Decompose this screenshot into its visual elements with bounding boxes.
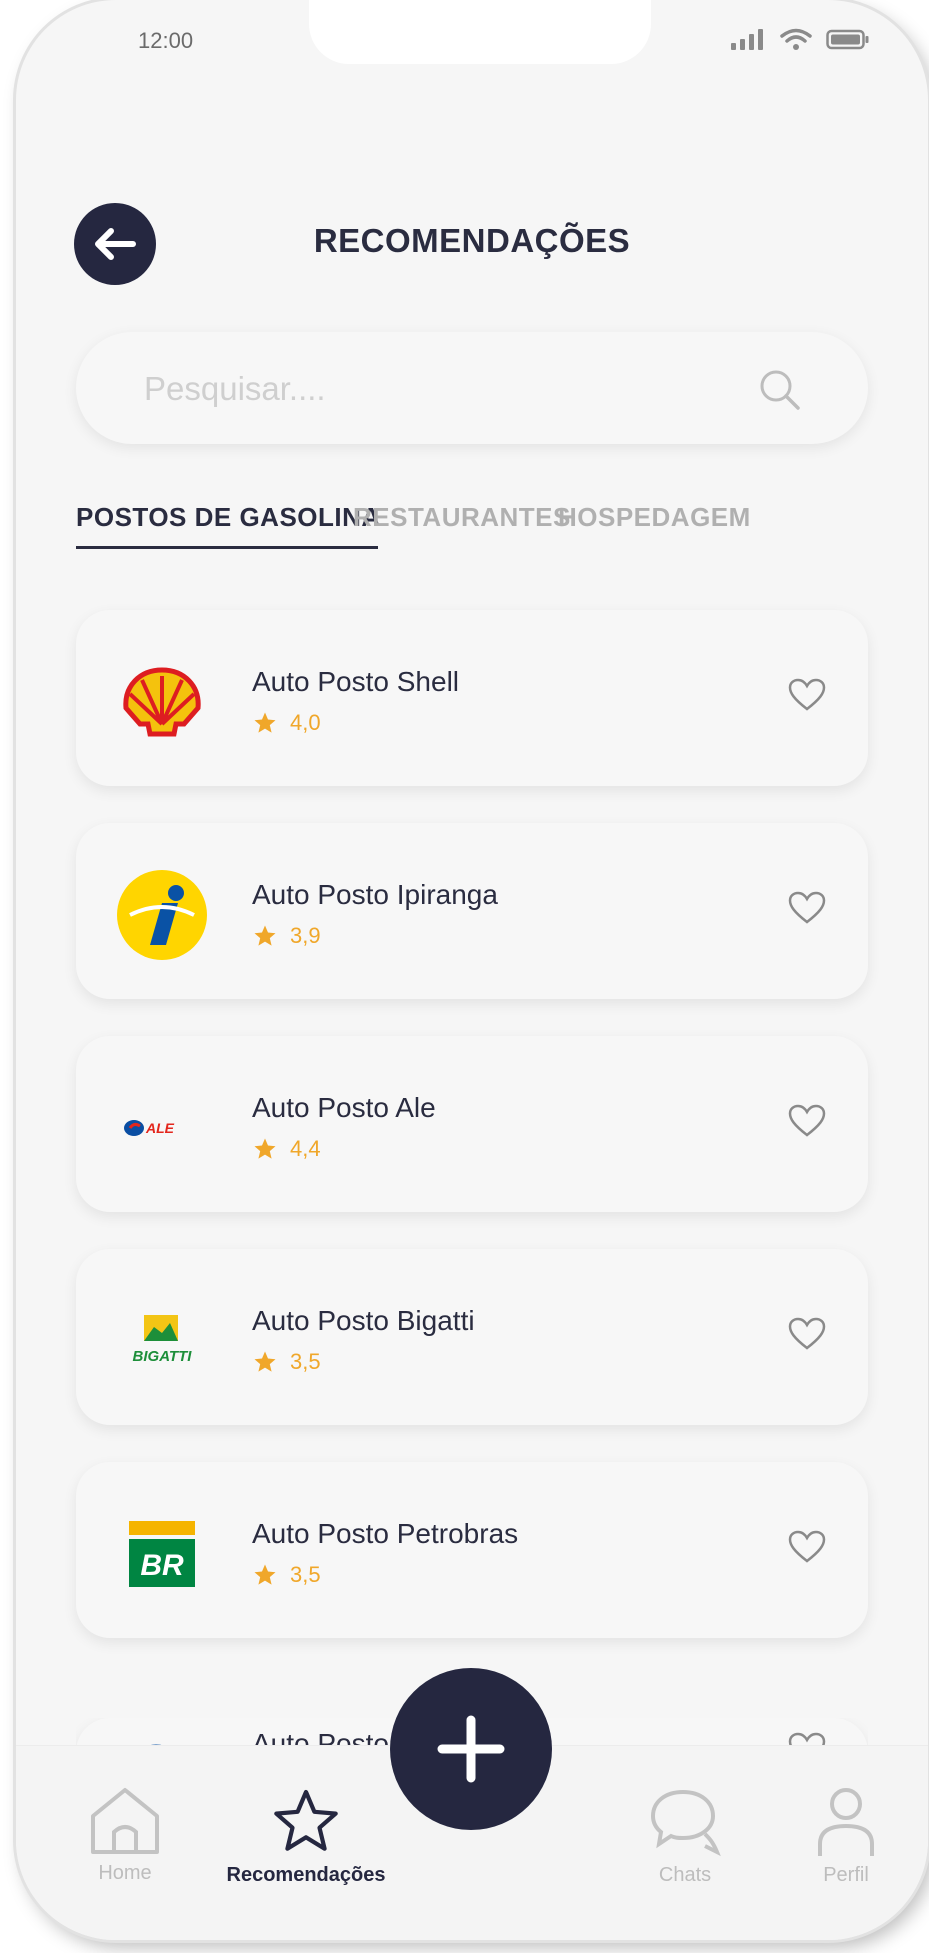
station-name: Auto Posto Shell: [252, 666, 460, 697]
tab-postos-de-gasolina[interactable]: POSTOS DE GASOLINA: [76, 502, 381, 533]
tab-hospedagem[interactable]: HOSPEDAGEM: [558, 502, 751, 533]
page-title: RECOMENDAÇÕES: [313, 222, 631, 259]
ipiranga-logo: [116, 869, 208, 961]
profile-icon: [818, 1788, 874, 1856]
heart-icon[interactable]: [788, 1530, 826, 1564]
search-placeholder: Pesquisar....: [144, 370, 326, 407]
nav-label: Chats: [658, 1864, 712, 1886]
chat-icon: [650, 1789, 721, 1857]
home-icon: [91, 1788, 159, 1854]
nav-chats[interactable]: Chats: [620, 1786, 750, 1887]
station-rating: 3,9: [252, 923, 321, 949]
station-name: Auto Posto Ale: [252, 1092, 436, 1123]
star-icon: [254, 1138, 276, 1159]
star-icon: [254, 1351, 276, 1372]
nav-home[interactable]: Home: [60, 1786, 190, 1885]
station-rating: 3,5: [252, 1349, 321, 1375]
nav-label: Recomendações: [226, 1864, 386, 1886]
svg-text:ALE: ALE: [145, 1120, 175, 1136]
heart-icon[interactable]: [788, 678, 826, 712]
heart-icon[interactable]: [788, 1317, 826, 1351]
station-rating: 3,5: [252, 1562, 321, 1588]
rating-value: 3,5: [290, 1349, 321, 1374]
category-tabs: POSTOS DE GASOLINA RESTAURANTES HOSPEDAG…: [76, 502, 928, 562]
shell-logo: [116, 656, 208, 748]
wifi-icon: [780, 28, 812, 50]
plus-icon: [437, 1715, 505, 1783]
notch: [309, 0, 651, 64]
heart-icon[interactable]: [788, 1104, 826, 1138]
station-name: Auto Posto Petrobras: [252, 1518, 519, 1549]
svg-text:BIGATTI: BIGATTI: [133, 1348, 193, 1365]
rating-value: 4,0: [290, 710, 321, 735]
station-rating: 4,4: [252, 1136, 321, 1162]
station-name: Auto Posto Bigatti: [252, 1305, 475, 1336]
rating-value: 3,9: [290, 923, 321, 948]
phone-frame: 12:00 RECOMENDAÇÕES Pesquisar.... POSTOS…: [16, 0, 928, 1940]
active-tab-indicator: [76, 546, 378, 549]
station-card[interactable]: ALE Auto Posto Ale 4,4: [76, 1036, 868, 1212]
nav-label: Perfil: [823, 1864, 869, 1886]
tab-restaurantes[interactable]: RESTAURANTES: [353, 502, 571, 533]
station-card[interactable]: Auto Posto Ipiranga 3,9: [76, 823, 868, 999]
status-time: 12:00: [138, 28, 194, 53]
ale-logo: ALE: [116, 1082, 208, 1174]
station-card[interactable]: Auto Posto Shell 4,0: [76, 610, 868, 786]
station-rating: 4,0: [252, 710, 321, 736]
svg-text:BR: BR: [140, 1549, 184, 1582]
nav-recomendacoes[interactable]: Recomendações: [216, 1786, 396, 1887]
battery-icon: [826, 29, 869, 50]
station-name: Auto Posto Ipiranga: [252, 879, 498, 910]
nav-label: Home: [98, 1862, 152, 1884]
heart-icon[interactable]: [788, 891, 826, 925]
station-card[interactable]: BR Auto Posto Petrobras 3,5: [76, 1462, 868, 1638]
search-input[interactable]: Pesquisar....: [76, 332, 868, 444]
station-card[interactable]: BIGATTI Auto Posto Bigatti 3,5: [76, 1249, 868, 1425]
nav-perfil[interactable]: Perfil: [796, 1786, 896, 1887]
bigatti-logo: BIGATTI: [116, 1295, 208, 1387]
search-icon[interactable]: [758, 368, 802, 412]
star-icon: [254, 925, 276, 946]
status-icons: [730, 28, 870, 52]
rating-value: 3,5: [290, 1562, 321, 1587]
rating-value: 4,4: [290, 1136, 321, 1161]
star-icon: [254, 1564, 276, 1585]
star-icon: [274, 1789, 338, 1851]
signal-icon: [731, 29, 763, 50]
add-button[interactable]: [390, 1668, 552, 1830]
star-icon: [254, 712, 276, 733]
petrobras-logo: BR: [116, 1508, 208, 1600]
